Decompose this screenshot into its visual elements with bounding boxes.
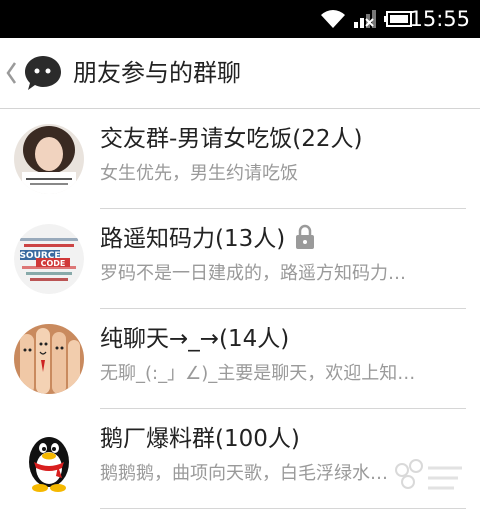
chevron-left-icon[interactable]	[4, 60, 18, 86]
avatar	[14, 124, 84, 194]
battery-icon	[384, 11, 412, 27]
watermark-logo	[395, 459, 462, 490]
group-name: 交友群-男请女吃饭(22人)	[100, 126, 363, 152]
status-time: 15:55	[409, 7, 470, 31]
wifi-icon	[321, 10, 345, 28]
group-preview: 女生优先，男生约请吃饭	[100, 163, 298, 184]
group-name: 路遥知码力(13人)	[100, 223, 315, 255]
header: 朋友参与的群聊	[0, 38, 480, 109]
page-title: 朋友参与的群聊	[73, 59, 241, 87]
svg-text:CODE: CODE	[41, 259, 66, 268]
divider	[100, 508, 466, 509]
signal-icon	[354, 10, 376, 28]
avatar: SOURCE CODE	[14, 224, 84, 294]
group-name: 纯聊天→_→(14人)	[100, 326, 290, 352]
group-preview: 罗码不是一日建成的，路遥方知码力…	[100, 263, 406, 284]
list-item[interactable]: SOURCE CODE 路遥知码力(13人) 罗码不是一日建成的，路遥方知码力…	[0, 209, 480, 309]
list-item[interactable]: 纯聊天→_→(14人) 无聊_(:_」∠)_主要是聊天，欢迎上知…	[0, 309, 480, 409]
chat-bubble-logo	[25, 56, 61, 90]
lock-icon	[296, 224, 315, 249]
group-name: 鹅厂爆料群(100人)	[100, 426, 300, 452]
group-name-text: 路遥知码力(13人)	[100, 226, 286, 252]
avatar	[14, 424, 84, 494]
group-preview: 无聊_(:_」∠)_主要是聊天，欢迎上知…	[100, 363, 416, 384]
list-item[interactable]: 交友群-男请女吃饭(22人) 女生优先，男生约请吃饭	[0, 109, 480, 209]
avatar	[14, 324, 84, 394]
status-bar: 15:55	[0, 0, 480, 38]
